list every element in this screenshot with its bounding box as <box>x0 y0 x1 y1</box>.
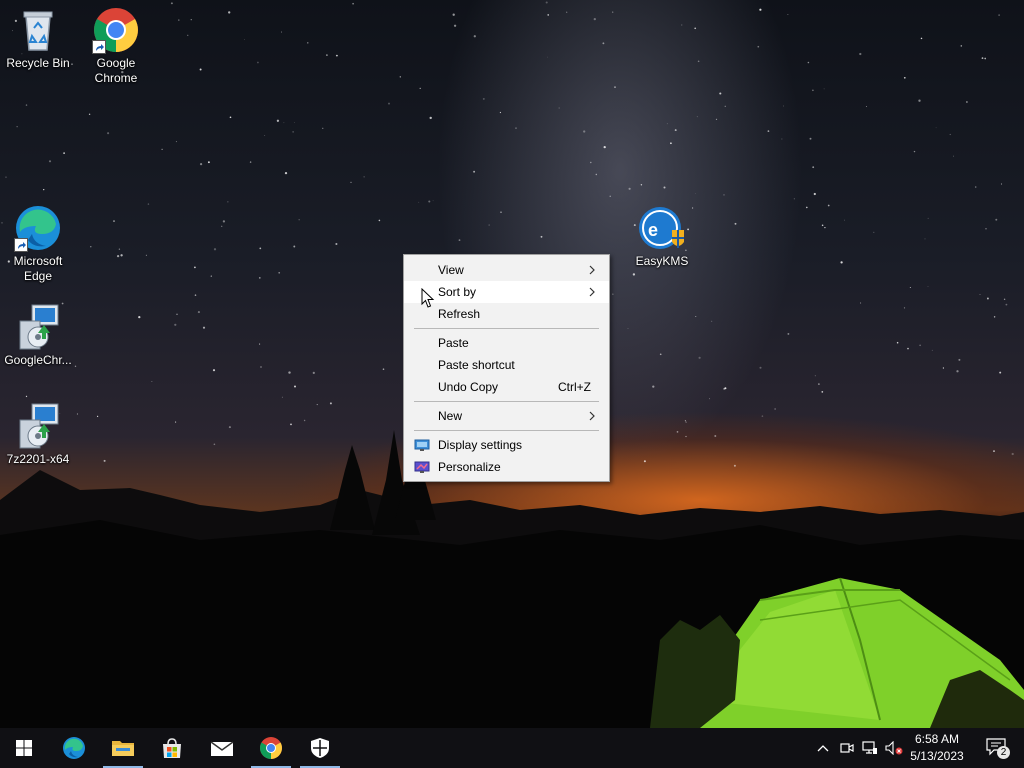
menu-item-undo-copy[interactable]: Undo Copy Ctrl+Z <box>404 376 609 398</box>
menu-item-personalize[interactable]: Personalize <box>404 456 609 478</box>
taskbar: 6:58 AM 5/13/2023 2 <box>0 728 1024 768</box>
easykms-icon: e <box>638 204 686 252</box>
chrome-icon <box>260 737 282 759</box>
recycle-bin-icon <box>14 6 62 54</box>
store-icon <box>163 738 181 758</box>
meet-now-button[interactable] <box>836 728 858 768</box>
chevron-up-icon <box>817 745 829 752</box>
menu-separator <box>414 430 599 431</box>
installer-icon <box>14 303 62 351</box>
taskbar-store-button[interactable] <box>148 728 196 768</box>
svg-text:e: e <box>648 220 658 240</box>
menu-item-display-settings[interactable]: Display settings <box>404 434 609 456</box>
chevron-right-icon <box>589 287 595 297</box>
taskbar-clock[interactable]: 6:58 AM 5/13/2023 <box>906 731 968 765</box>
taskbar-windows-security-button[interactable] <box>296 728 344 768</box>
shortcut-arrow-icon <box>92 40 106 54</box>
menu-item-label: Sort by <box>438 285 477 299</box>
edge-icon <box>14 204 62 252</box>
menu-item-label: Personalize <box>438 460 501 474</box>
mail-icon <box>210 741 234 756</box>
installer-icon <box>14 402 62 450</box>
clock-time: 6:58 AM <box>914 732 960 746</box>
taskbar-file-explorer-button[interactable] <box>99 728 147 768</box>
clock-date: 5/13/2023 <box>910 749 964 763</box>
menu-separator <box>414 328 599 329</box>
chevron-right-icon <box>589 411 595 421</box>
menu-item-shortcut: Ctrl+Z <box>558 380 591 394</box>
menu-item-view[interactable]: View <box>404 259 609 281</box>
desktop-icon-microsoft-edge[interactable]: Microsoft Edge <box>0 204 76 284</box>
taskbar-edge-button[interactable] <box>50 728 98 768</box>
network-icon <box>862 741 877 754</box>
chevron-right-icon <box>589 265 595 275</box>
folder-icon <box>112 741 134 756</box>
menu-item-paste[interactable]: Paste <box>404 332 609 354</box>
desktop-icon-label: Microsoft Edge <box>13 254 63 283</box>
desktop-icon-easykms[interactable]: e EasyKMS <box>624 204 700 269</box>
notification-count-badge: 2 <box>997 746 1010 759</box>
edge-icon <box>63 737 85 759</box>
meet-now-icon <box>840 743 854 753</box>
menu-item-label: Paste shortcut <box>438 358 515 372</box>
desktop-icon-google-chrome[interactable]: Google Chrome <box>78 6 154 86</box>
menu-item-label: New <box>438 409 463 423</box>
mouse-cursor-icon <box>421 288 435 308</box>
menu-item-paste-shortcut[interactable]: Paste shortcut <box>404 354 609 376</box>
menu-item-label: Undo Copy <box>438 380 499 394</box>
menu-item-label: Display settings <box>438 438 523 452</box>
show-hidden-icons-button[interactable] <box>812 728 834 768</box>
desktop-icon-label: Google Chrome <box>94 56 138 85</box>
desktop-icon-label: 7z2201-x64 <box>6 452 70 466</box>
desktop-icon-label: Recycle Bin <box>6 56 70 70</box>
start-button[interactable] <box>0 728 48 768</box>
menu-item-new[interactable]: New <box>404 405 609 427</box>
windows-logo-icon <box>16 740 32 756</box>
volume-button[interactable] <box>882 728 906 768</box>
shortcut-arrow-icon <box>14 238 28 252</box>
taskbar-chrome-button[interactable] <box>247 728 295 768</box>
volume-muted-icon <box>885 741 903 755</box>
shield-icon <box>311 738 329 758</box>
desktop-icon-label: GoogleChr... <box>4 353 72 367</box>
chrome-icon <box>92 6 140 54</box>
display-settings-icon <box>414 439 430 451</box>
network-button[interactable] <box>859 728 881 768</box>
desktop-icon-recycle-bin[interactable]: Recycle Bin <box>0 6 76 71</box>
personalize-icon <box>414 461 430 473</box>
menu-item-label: View <box>438 263 464 277</box>
desktop-icon-label: EasyKMS <box>635 254 689 268</box>
menu-separator <box>414 401 599 402</box>
taskbar-mail-button[interactable] <box>198 728 246 768</box>
desktop-icon-7z2201-x64[interactable]: 7z2201-x64 <box>0 402 76 467</box>
desktop-icon-googlechrome-installer[interactable]: GoogleChr... <box>0 303 76 368</box>
menu-item-label: Refresh <box>438 307 481 321</box>
menu-item-label: Paste <box>438 336 469 350</box>
